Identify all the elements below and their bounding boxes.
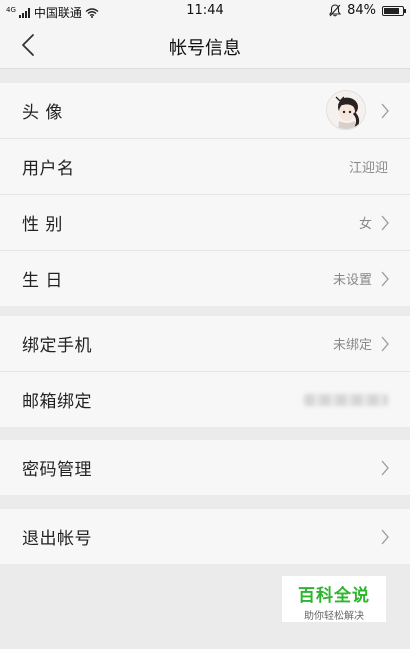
binding-group: 绑定手机 未绑定 邮箱绑定 bbox=[0, 316, 410, 427]
chevron-right-icon bbox=[381, 529, 389, 544]
gender-value: 女 bbox=[358, 217, 372, 232]
birthday-value: 未设置 bbox=[332, 273, 372, 288]
gender-row[interactable]: 性 别 女 bbox=[0, 195, 410, 251]
chevron-right-icon bbox=[381, 215, 389, 230]
bind-phone-row[interactable]: 绑定手机 未绑定 bbox=[0, 316, 410, 372]
watermark: 百科全说 助你轻松解决 bbox=[282, 576, 386, 622]
avatar-label: 头 像 bbox=[22, 103, 63, 123]
gender-label: 性 别 bbox=[22, 215, 63, 235]
birthday-row[interactable]: 生 日 未设置 bbox=[0, 251, 410, 306]
chevron-right-icon bbox=[381, 103, 389, 118]
chevron-right-icon bbox=[381, 271, 389, 286]
nav-bar: 帐号信息 bbox=[0, 22, 410, 69]
battery-icon bbox=[382, 5, 406, 16]
avatar-image bbox=[327, 91, 365, 129]
bell-off-icon bbox=[329, 4, 342, 17]
logout-row[interactable]: 退出帐号 bbox=[0, 509, 410, 564]
logout-label: 退出帐号 bbox=[22, 529, 92, 549]
bind-email-label: 邮箱绑定 bbox=[22, 392, 92, 412]
username-row[interactable]: 用户名 江迎迎 bbox=[0, 139, 410, 195]
avatar bbox=[326, 90, 366, 130]
username-value: 江迎迎 bbox=[348, 161, 388, 176]
watermark-subtitle: 助你轻松解决 bbox=[304, 611, 364, 622]
birthday-label: 生 日 bbox=[22, 271, 63, 291]
password-management-row[interactable]: 密码管理 bbox=[0, 440, 410, 495]
battery-level-fill bbox=[384, 7, 400, 14]
blurred-email-value bbox=[304, 393, 388, 406]
profile-group: 头 像 用户名 江迎迎 性 别 女 生 日 未设置 bbox=[0, 83, 410, 306]
battery-percent: 84% bbox=[347, 3, 376, 18]
username-label: 用户名 bbox=[22, 159, 75, 179]
bind-email-row[interactable]: 邮箱绑定 bbox=[0, 372, 410, 427]
chevron-right-icon bbox=[381, 460, 389, 475]
watermark-title: 百科全说 bbox=[298, 586, 370, 606]
bind-phone-label: 绑定手机 bbox=[22, 336, 92, 356]
logout-group: 退出帐号 bbox=[0, 509, 410, 564]
password-group: 密码管理 bbox=[0, 440, 410, 495]
password-management-label: 密码管理 bbox=[22, 460, 92, 480]
bind-phone-value: 未绑定 bbox=[332, 338, 372, 353]
chevron-right-icon bbox=[381, 336, 389, 351]
page-title: 帐号信息 bbox=[169, 38, 241, 59]
status-bar: 4G 中国联通 11:44 84% bbox=[0, 0, 410, 22]
avatar-row[interactable]: 头 像 bbox=[0, 83, 410, 139]
